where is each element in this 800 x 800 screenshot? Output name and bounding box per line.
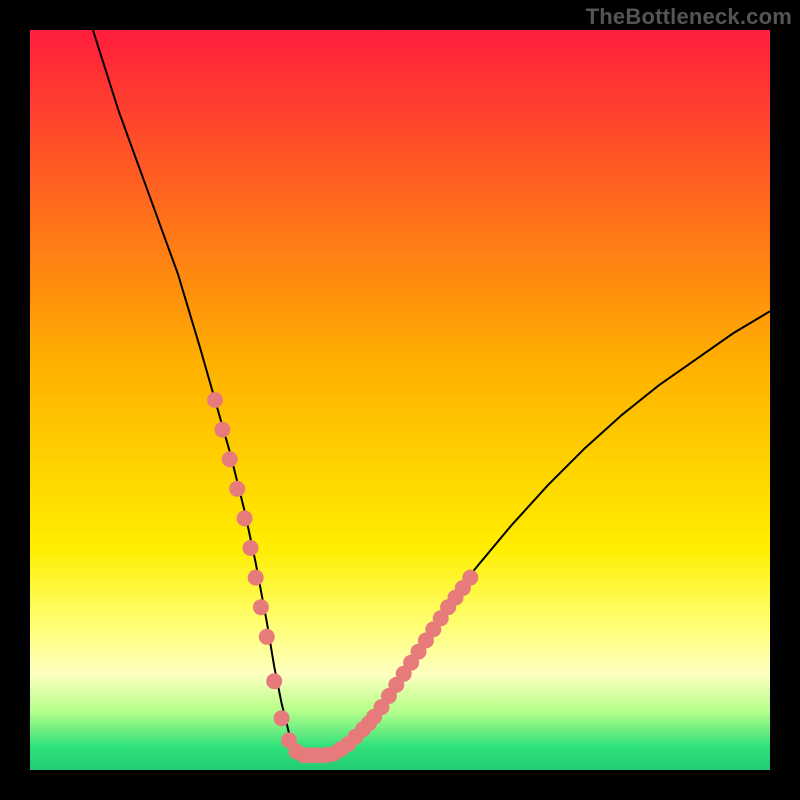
highlight-dot bbox=[259, 629, 275, 645]
highlight-dot bbox=[274, 710, 290, 726]
highlight-dot bbox=[462, 570, 478, 586]
highlight-dot bbox=[253, 599, 269, 615]
highlight-dot bbox=[214, 422, 230, 438]
plot-area bbox=[30, 30, 770, 770]
highlight-dot bbox=[222, 451, 238, 467]
outer-frame: TheBottleneck.com bbox=[0, 0, 800, 800]
highlight-dot bbox=[237, 510, 253, 526]
chart-svg bbox=[30, 30, 770, 770]
highlight-dot bbox=[266, 673, 282, 689]
gradient-background bbox=[30, 30, 770, 770]
highlight-dot bbox=[229, 481, 245, 497]
highlight-dot bbox=[207, 392, 223, 408]
watermark-label: TheBottleneck.com bbox=[586, 4, 792, 30]
highlight-dot bbox=[248, 570, 264, 586]
highlight-dot bbox=[243, 540, 259, 556]
